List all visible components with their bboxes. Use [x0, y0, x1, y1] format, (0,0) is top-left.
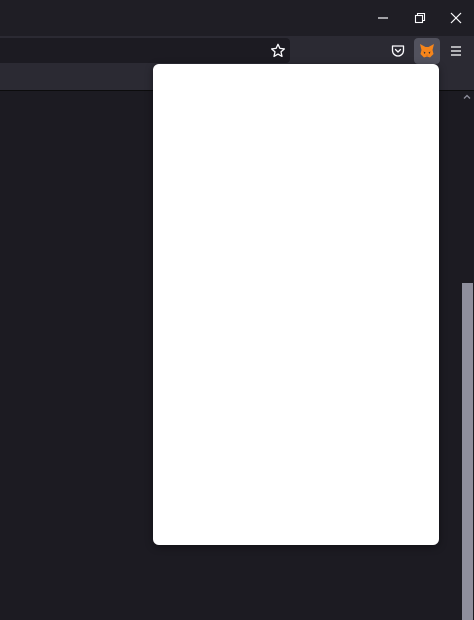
metamask-extension-popup[interactable]: [153, 64, 439, 545]
chevron-up-icon: [463, 94, 471, 99]
minimize-icon: [378, 17, 388, 19]
star-icon: [270, 43, 286, 58]
application-menu-button[interactable]: [443, 38, 469, 64]
pocket-icon: [391, 45, 405, 57]
close-window-button[interactable]: [438, 0, 474, 36]
scroll-up-button[interactable]: [462, 92, 472, 102]
title-bar: [0, 0, 474, 36]
bookmark-page-button[interactable]: [266, 39, 290, 63]
hamburger-menu-icon: [451, 46, 461, 56]
scrollbar-thumb[interactable]: [462, 283, 473, 620]
metamask-fox-icon: [420, 44, 434, 58]
pocket-button[interactable]: [385, 38, 411, 64]
metamask-extension-button[interactable]: [414, 38, 440, 64]
address-bar[interactable]: [0, 38, 290, 63]
close-icon: [450, 12, 462, 24]
restore-icon: [414, 12, 426, 24]
restore-button[interactable]: [402, 0, 438, 36]
minimize-button[interactable]: [365, 0, 401, 36]
